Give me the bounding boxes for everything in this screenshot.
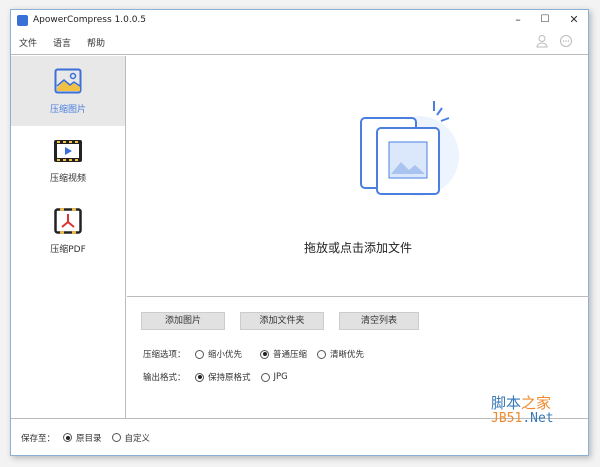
add-images-button[interactable]: 添加图片: [141, 312, 225, 330]
sidebar-label: 压缩图片: [49, 104, 86, 115]
menu-bar: 文件 语言 帮助: [11, 30, 588, 55]
drop-zone[interactable]: 拖放或点击添加文件: [127, 56, 589, 296]
radio-smaller-first[interactable]: 缩小优先: [195, 348, 242, 360]
compress-options-row: 压缩选项： 缩小优先 普通压缩 清晰优先: [143, 348, 374, 360]
sidebar-item-compress-image[interactable]: 压缩图片: [11, 56, 125, 126]
menu-language[interactable]: 语言: [53, 36, 71, 49]
minimize-button[interactable]: –: [506, 12, 530, 28]
radio-clarity-first[interactable]: 清晰优先: [317, 348, 364, 360]
drop-zone-text: 拖放或点击添加文件: [303, 241, 412, 255]
sidebar-item-compress-pdf[interactable]: 压缩PDF: [11, 196, 125, 266]
compress-options-label: 压缩选项：: [143, 350, 186, 360]
user-icon[interactable]: [535, 34, 549, 48]
watermark: 脚本之家 JB51.Net: [491, 394, 554, 426]
sidebar-label: 压缩视频: [49, 173, 86, 184]
menu-help[interactable]: 帮助: [87, 36, 105, 49]
image-icon: [54, 68, 82, 93]
video-icon: [54, 139, 82, 162]
app-logo-icon: [17, 14, 28, 26]
window-title: ApowerCompress 1.0.0.5: [33, 15, 147, 25]
pdf-icon: [54, 207, 82, 234]
radio-normal-compress[interactable]: 普通压缩: [260, 348, 307, 360]
output-format-label: 输出格式：: [143, 373, 186, 383]
radio-custom-dir[interactable]: 自定义: [111, 432, 150, 444]
clear-list-button[interactable]: 清空列表: [339, 312, 419, 330]
sidebar: 压缩图片 压缩视频 压缩PDF: [11, 56, 126, 418]
title-bar: ApowerCompress 1.0.0.5 – ☐ ✕: [11, 10, 588, 30]
sidebar-item-compress-video[interactable]: 压缩视频: [11, 126, 125, 196]
close-button[interactable]: ✕: [562, 12, 586, 28]
radio-keep-format[interactable]: 保持原格式: [195, 371, 251, 383]
save-to-label: 保存至：: [21, 433, 56, 444]
radio-jpg[interactable]: JPG: [260, 372, 288, 382]
maximize-button[interactable]: ☐: [533, 12, 557, 28]
app-window: ApowerCompress 1.0.0.5 – ☐ ✕ 文件 语言 帮助 压缩…: [10, 9, 589, 456]
chat-icon[interactable]: [559, 34, 573, 48]
add-folder-button[interactable]: 添加文件夹: [240, 312, 324, 330]
sidebar-label: 压缩PDF: [50, 244, 86, 255]
add-file-illustration-icon: [360, 101, 459, 196]
radio-original-dir[interactable]: 原目录: [63, 432, 102, 444]
output-format-row: 输出格式： 保持原格式 JPG: [143, 371, 298, 383]
menu-file[interactable]: 文件: [19, 36, 37, 49]
